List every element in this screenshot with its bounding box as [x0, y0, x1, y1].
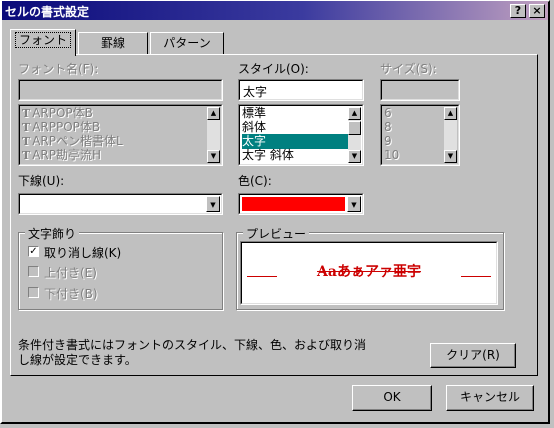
superscript-checkbox[interactable] — [28, 266, 39, 277]
list-item[interactable]: 太字 斜体 — [242, 148, 294, 163]
subscript-checkbox[interactable] — [28, 287, 39, 298]
truetype-icon: T — [22, 135, 31, 148]
tab-pattern[interactable]: パターン — [150, 32, 224, 54]
clear-button[interactable]: クリア(R) — [430, 343, 516, 368]
list-item-selected[interactable]: 太字 — [242, 134, 348, 149]
scroll-down-icon[interactable]: ▼ — [207, 150, 220, 163]
superscript-label[interactable]: 上付き(E) — [44, 264, 97, 281]
scroll-up-icon[interactable]: ▲ — [348, 107, 361, 120]
truetype-icon: T — [22, 107, 31, 120]
effects-caption: 文字飾り — [25, 225, 80, 242]
list-item[interactable]: 標準 — [242, 106, 266, 121]
preview-box: Aaあぁアァ亜宇 — [240, 241, 498, 305]
help-button[interactable]: ? — [510, 4, 526, 18]
list-item[interactable]: T ARPOP体B — [22, 106, 93, 121]
subscript-label[interactable]: 下付き(B) — [44, 285, 98, 302]
color-dropdown[interactable]: ▼ — [238, 193, 364, 215]
size-list[interactable]: 6 8 9 10 ▲ ▼ — [380, 104, 460, 166]
tab-border-label: 罫線 — [100, 36, 125, 50]
scroll-up-icon[interactable]: ▲ — [207, 107, 220, 120]
style-label: スタイル(O): — [238, 62, 309, 76]
ok-button[interactable]: OK — [352, 385, 432, 411]
strikethrough-label[interactable]: 取り消し線(K) — [44, 244, 121, 261]
size-list-scrollbar[interactable]: ▲ ▼ — [444, 107, 457, 163]
font-name-list[interactable]: T ARPOP体B T ARPPOP体B T ARPペン楷書体L T ARP勘亭流H ▲… — [18, 104, 223, 166]
size-input[interactable] — [380, 79, 460, 101]
truetype-icon: T — [22, 149, 31, 162]
close-button[interactable]: × — [529, 4, 545, 18]
preview-caption: プレビュー — [243, 225, 310, 242]
list-item[interactable]: 9 — [384, 134, 392, 149]
list-item[interactable]: 10 — [384, 148, 399, 163]
font-tab-panel — [10, 54, 538, 376]
underline-dropdown[interactable]: ▼ — [18, 193, 223, 215]
note-line-2: し線が設定できます。 — [18, 353, 137, 367]
size-label: サイズ(S): — [380, 62, 437, 76]
truetype-icon: T — [22, 121, 31, 134]
title-bar[interactable]: セルの書式設定 ? × — [2, 1, 548, 20]
style-list-scrollbar[interactable]: ▲ ▼ — [348, 107, 361, 163]
scroll-down-icon[interactable]: ▼ — [444, 150, 457, 163]
list-item[interactable]: T ARPPOP体B — [22, 120, 100, 135]
tab-border[interactable]: 罫線 — [78, 32, 148, 54]
list-item[interactable]: T ARPペン楷書体L — [22, 134, 123, 149]
list-item[interactable]: 6 — [384, 106, 392, 121]
font-name-input[interactable] — [18, 79, 223, 101]
color-label: 色(C): — [238, 174, 272, 188]
font-list-scrollbar[interactable]: ▲ ▼ — [207, 107, 220, 163]
scroll-down-icon[interactable]: ▼ — [348, 150, 361, 163]
preview-sample-text: Aaあぁアァ亜宇 — [317, 264, 421, 280]
tab-font[interactable]: フォント — [10, 29, 76, 56]
style-list[interactable]: 標準 斜体 太字 太字 斜体 ▲ ▼ — [238, 104, 364, 166]
color-swatch — [242, 197, 345, 211]
underline-label: 下線(U): — [18, 174, 65, 188]
strikethrough-checkbox[interactable]: ✓ — [28, 246, 39, 257]
tab-font-label: フォント — [14, 32, 71, 48]
scroll-thumb[interactable] — [348, 121, 361, 135]
cancel-button[interactable]: キャンセル — [446, 385, 534, 411]
style-input-value: 太字 — [243, 85, 268, 99]
list-item[interactable]: 8 — [384, 120, 392, 135]
tab-pattern-label: パターン — [163, 36, 211, 50]
list-item[interactable]: T ARP勘亭流H — [22, 148, 101, 163]
dialog-title: セルの書式設定 — [5, 5, 90, 19]
chevron-down-icon[interactable]: ▼ — [347, 196, 361, 212]
scroll-up-icon[interactable]: ▲ — [444, 107, 457, 120]
list-item[interactable]: 斜体 — [242, 120, 266, 135]
font-name-label: フォント名(F): — [18, 62, 99, 76]
style-input[interactable]: 太字 — [238, 79, 364, 101]
chevron-down-icon[interactable]: ▼ — [206, 196, 220, 212]
